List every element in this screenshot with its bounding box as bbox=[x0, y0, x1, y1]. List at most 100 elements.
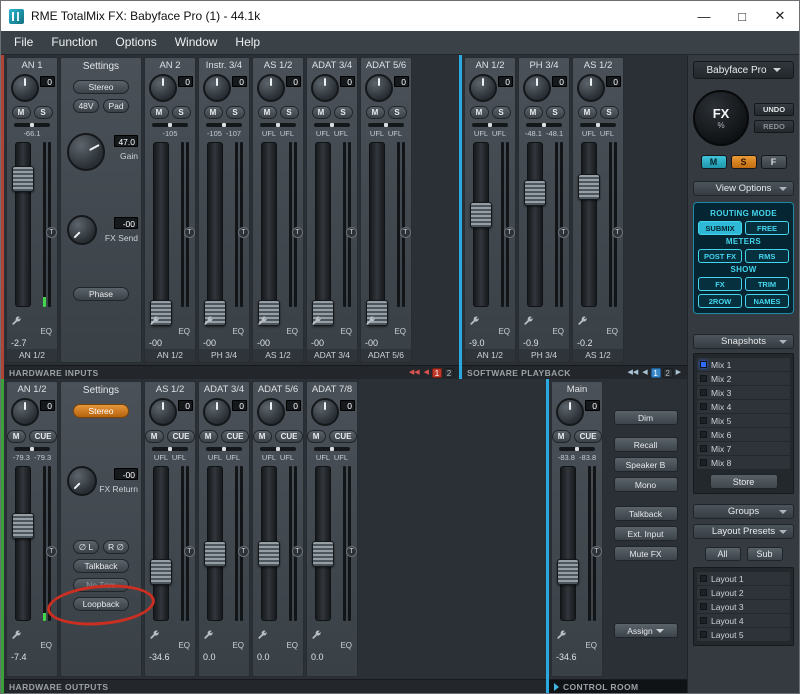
solo-cue-button[interactable]: CUE bbox=[220, 430, 250, 443]
fader-handle[interactable] bbox=[12, 512, 34, 539]
eq-label[interactable]: EQ bbox=[394, 327, 406, 336]
sub-button[interactable]: Sub bbox=[746, 547, 783, 561]
close-button[interactable]: ✕ bbox=[761, 1, 799, 31]
maximize-button[interactable]: □ bbox=[723, 1, 761, 31]
eq-label[interactable]: EQ bbox=[178, 327, 190, 336]
fader-group-button[interactable]: F bbox=[760, 155, 787, 169]
gain-knob[interactable] bbox=[67, 133, 105, 171]
page-1-button[interactable]: 1 bbox=[650, 367, 661, 378]
talkback-button[interactable]: Talkback bbox=[73, 559, 129, 573]
pan-gain-knob[interactable] bbox=[365, 74, 393, 102]
pan-indicator[interactable] bbox=[260, 447, 296, 451]
trim-button[interactable]: T bbox=[238, 226, 249, 238]
eq-label[interactable]: EQ bbox=[286, 641, 298, 650]
fader-handle[interactable] bbox=[470, 201, 492, 228]
snapshots-header[interactable]: Snapshots bbox=[693, 334, 794, 349]
pan-gain-knob[interactable] bbox=[203, 398, 231, 426]
snapshot-item-4[interactable]: Mix 4 bbox=[697, 400, 790, 413]
loopback-button[interactable]: Loopback bbox=[73, 597, 129, 611]
wrench-icon[interactable] bbox=[469, 313, 480, 325]
trim-button[interactable]: T bbox=[46, 546, 57, 558]
wrench-icon[interactable] bbox=[11, 313, 22, 325]
channel-name[interactable]: AN 1/2 bbox=[465, 59, 515, 72]
snapshot-item-2[interactable]: Mix 2 bbox=[697, 372, 790, 385]
mute-button[interactable]: M bbox=[306, 430, 326, 443]
pan-indicator[interactable] bbox=[14, 447, 50, 451]
phase-button[interactable]: Phase bbox=[73, 287, 129, 301]
undo-button[interactable]: UNDO bbox=[754, 103, 794, 116]
pan-gain-knob[interactable] bbox=[257, 398, 285, 426]
eq-label[interactable]: EQ bbox=[232, 327, 244, 336]
mute-button[interactable]: M bbox=[149, 106, 169, 119]
two-row-button[interactable]: 2ROW bbox=[698, 294, 742, 308]
eq-label[interactable]: EQ bbox=[40, 641, 52, 650]
wrench-icon[interactable] bbox=[149, 627, 160, 639]
phase-left-button[interactable]: ∅ L bbox=[73, 540, 99, 554]
pan-gain-knob[interactable] bbox=[149, 398, 177, 426]
page-first-button[interactable]: ◀◀ bbox=[626, 368, 639, 378]
eq-label[interactable]: EQ bbox=[585, 641, 597, 650]
pan-gain-knob[interactable] bbox=[257, 74, 285, 102]
pan-gain-knob[interactable] bbox=[149, 74, 177, 102]
channel-name[interactable]: ADAT 7/8 bbox=[307, 383, 357, 396]
eq-label[interactable]: EQ bbox=[606, 327, 618, 336]
menu-window[interactable]: Window bbox=[166, 31, 227, 54]
snapshot-item-8[interactable]: Mix 8 bbox=[697, 456, 790, 469]
mute-button[interactable]: M bbox=[551, 430, 571, 443]
recall-button[interactable]: Recall bbox=[613, 437, 678, 452]
mute-button[interactable]: M bbox=[203, 106, 223, 119]
channel-name[interactable]: AN 1 bbox=[7, 59, 57, 72]
wrench-icon[interactable] bbox=[257, 627, 268, 639]
trim-button[interactable]: T bbox=[46, 226, 57, 238]
assign-button[interactable]: Assign bbox=[613, 623, 678, 638]
snapshot-item-5[interactable]: Mix 5 bbox=[697, 414, 790, 427]
phase-right-button[interactable]: R ∅ bbox=[103, 540, 129, 554]
hardware-outputs-label[interactable]: HARDWARE OUTPUTS bbox=[9, 682, 541, 692]
menu-file[interactable]: File bbox=[5, 31, 42, 54]
channel-name[interactable]: AN 2 bbox=[145, 59, 195, 72]
mono-button[interactable]: Mono bbox=[613, 477, 678, 492]
pan-gain-knob[interactable] bbox=[311, 74, 339, 102]
store-button[interactable]: Store bbox=[709, 474, 778, 489]
fader-track[interactable] bbox=[369, 142, 385, 307]
pan-indicator[interactable] bbox=[314, 447, 350, 451]
redo-button[interactable]: REDO bbox=[754, 120, 794, 133]
solo-cue-button[interactable]: S bbox=[225, 106, 245, 119]
channel-name[interactable]: ADAT 5/6 bbox=[253, 383, 303, 396]
fader-track[interactable] bbox=[15, 466, 31, 621]
menu-function[interactable]: Function bbox=[42, 31, 106, 54]
trim-button[interactable]: T bbox=[346, 226, 357, 238]
wrench-icon[interactable] bbox=[203, 627, 214, 639]
free-button[interactable]: FREE bbox=[745, 221, 789, 235]
layout-item-1[interactable]: Layout 1 bbox=[697, 572, 790, 585]
pan-indicator[interactable] bbox=[580, 123, 616, 127]
page-first-button[interactable]: ◀◀ bbox=[408, 368, 421, 378]
mute-button[interactable]: M bbox=[252, 430, 272, 443]
fader-handle[interactable] bbox=[258, 540, 280, 567]
groups-header[interactable]: Groups bbox=[693, 504, 794, 519]
hardware-inputs-label[interactable]: HARDWARE INPUTS bbox=[9, 368, 408, 378]
page-prev-button[interactable]: ◀ bbox=[423, 368, 430, 378]
eq-label[interactable]: EQ bbox=[552, 327, 564, 336]
fader-handle[interactable] bbox=[578, 174, 600, 201]
wrench-icon[interactable] bbox=[556, 627, 567, 639]
eq-label[interactable]: EQ bbox=[498, 327, 510, 336]
layout-item-4[interactable]: Layout 4 bbox=[697, 614, 790, 627]
pan-gain-knob[interactable] bbox=[577, 74, 605, 102]
solo-global-button[interactable]: S bbox=[730, 155, 757, 169]
pan-gain-knob[interactable] bbox=[556, 398, 584, 426]
channel-name[interactable]: AN 1/2 bbox=[7, 383, 57, 396]
pan-gain-knob[interactable] bbox=[523, 74, 551, 102]
fader-handle[interactable] bbox=[12, 166, 34, 193]
pan-indicator[interactable] bbox=[260, 123, 296, 127]
pan-gain-knob[interactable] bbox=[11, 74, 39, 102]
stereo-button[interactable]: Stereo bbox=[73, 404, 129, 418]
eq-label[interactable]: EQ bbox=[286, 327, 298, 336]
wrench-icon[interactable] bbox=[149, 313, 160, 325]
solo-cue-button[interactable]: S bbox=[279, 106, 299, 119]
mute-button[interactable]: M bbox=[257, 106, 277, 119]
mute-button[interactable]: M bbox=[577, 106, 597, 119]
solo-cue-button[interactable]: S bbox=[33, 106, 53, 119]
eq-label[interactable]: EQ bbox=[178, 641, 190, 650]
channel-name[interactable]: AS 1/2 bbox=[573, 59, 623, 72]
